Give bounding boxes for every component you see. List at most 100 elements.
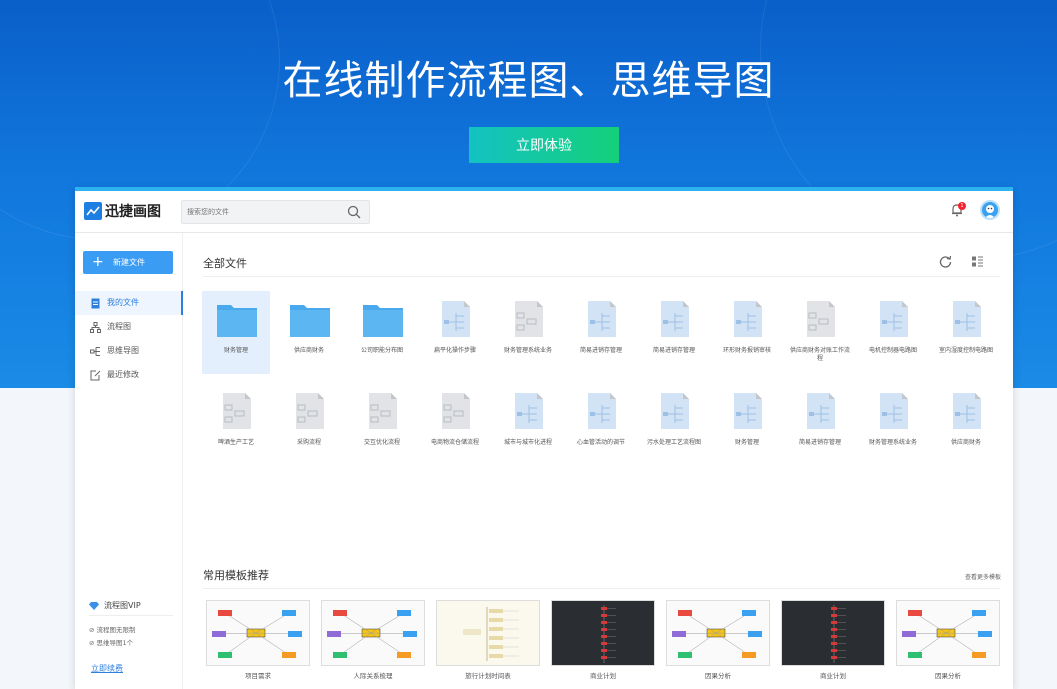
file-name: 财务管理系统业务 (868, 439, 917, 446)
file-name: 污水处理工艺流程图 (646, 439, 701, 446)
file-name: 供应商财务 (293, 347, 324, 354)
more-templates-link[interactable]: 查看更多模板 (965, 572, 1001, 581)
template-name: 因果分析 (705, 672, 731, 680)
folder-item[interactable]: 供应商财务 (275, 291, 343, 374)
mindmap-icon (90, 347, 100, 356)
template-card[interactable]: 旅行计划时间表 (436, 600, 540, 680)
file-name: 电商物流仓储流程 (430, 439, 479, 446)
vip-title-text: 流程图VIP (104, 601, 141, 610)
mindmap-file-icon (436, 301, 476, 337)
app-logo[interactable]: 迅捷画图 (84, 201, 161, 221)
file-item[interactable]: 啤酒生产工艺 (202, 383, 270, 466)
file-item[interactable]: 财务管理系统业务 (494, 291, 562, 374)
mindmap-file-icon (582, 301, 622, 337)
template-thumbnail (436, 600, 540, 666)
app-preview-window: 迅捷画图 1 + 新建文件 我的文件 流程图 (75, 187, 1013, 689)
sidebar-nav: 我的文件 流程图 思维导图 最近修改 (75, 291, 183, 387)
template-name: 商业计划 (590, 672, 616, 680)
file-item[interactable]: 供应商财务对账工作流程 (786, 291, 854, 374)
mindmap-file-icon (655, 301, 695, 337)
file-item[interactable]: 电机控制器电路图 (859, 291, 927, 374)
try-now-button[interactable]: 立即体验 (469, 127, 619, 163)
plus-icon: + (92, 254, 104, 270)
flowchart-file-icon (290, 393, 330, 429)
sidebar-item-flowchart[interactable]: 流程图 (75, 315, 183, 339)
mindmap-file-icon (947, 301, 987, 337)
template-thumbnail (321, 600, 425, 666)
sidebar-item-label: 流程图 (107, 322, 131, 331)
file-item[interactable]: 污水处理工艺流程图 (640, 383, 708, 466)
notification-badge: 1 (958, 202, 966, 210)
folder-item[interactable]: 公司职能分布图 (348, 291, 416, 374)
template-card[interactable]: 商业计划 (781, 600, 885, 680)
file-item[interactable]: 简易进销存管理 (786, 383, 854, 466)
file-name: 简易进销存管理 (798, 439, 841, 446)
template-card[interactable]: 因果分析 (896, 600, 1000, 680)
file-name: 城市与城市化进程 (503, 439, 552, 446)
sidebar-item-my-files[interactable]: 我的文件 (75, 291, 183, 315)
sidebar: + 新建文件 我的文件 流程图 思维导图 最近修改 流程图VIP ⊘ 流程图无限… (75, 233, 183, 689)
template-card[interactable]: 人际关系梳理 (321, 600, 425, 680)
folder-item[interactable]: 财务管理 (202, 291, 270, 374)
new-file-button[interactable]: + 新建文件 (83, 251, 173, 274)
vip-feature-text: 流程图无限制 (96, 626, 136, 634)
main-content: 全部文件 财务管理 供应商财务 公司职能分布图 扁平化操作步骤 财务管理系统业务 简易进销… (183, 233, 1013, 689)
file-item[interactable]: 交互优化流程 (348, 383, 416, 466)
file-name: 财务管理 (734, 439, 759, 446)
section-title-all-files: 全部文件 (203, 257, 247, 270)
section-divider (203, 276, 1000, 277)
file-name: 财务管理系统业务 (503, 347, 552, 354)
list-view-icon[interactable] (971, 255, 984, 268)
file-item[interactable]: 室内湿度控制电路图 (932, 291, 1000, 374)
file-item[interactable]: 城市与城市化进程 (494, 383, 562, 466)
file-item[interactable]: 扁平化操作步骤 (421, 291, 489, 374)
file-name: 交互优化流程 (363, 439, 400, 446)
sidebar-item-recent[interactable]: 最近修改 (75, 363, 183, 387)
file-item[interactable]: 简易进销存管理 (640, 291, 708, 374)
file-name: 室内湿度控制电路图 (938, 347, 993, 354)
file-name: 扁平化操作步骤 (433, 347, 476, 354)
file-name: 啤酒生产工艺 (217, 439, 254, 446)
template-name: 商业计划 (820, 672, 846, 680)
sidebar-item-label: 思维导图 (107, 346, 139, 355)
new-file-label: 新建文件 (113, 258, 145, 267)
file-name: 简易进销存管理 (579, 347, 622, 354)
template-card[interactable]: 因果分析 (666, 600, 770, 680)
search-input[interactable] (187, 205, 337, 220)
renew-link[interactable]: 立即续费 (91, 663, 123, 674)
search-icon[interactable] (347, 205, 361, 219)
flowchart-icon (90, 322, 101, 333)
file-item[interactable]: 财务管理 (713, 383, 781, 466)
template-thumbnail (781, 600, 885, 666)
flowchart-file-icon (363, 393, 403, 429)
file-item[interactable]: 供应商财务 (932, 383, 1000, 466)
file-name: 环形财务报销审核 (722, 347, 771, 354)
sidebar-item-mindmap[interactable]: 思维导图 (75, 339, 183, 363)
file-name: 电机控制器电路图 (868, 347, 917, 354)
sidebar-divider (89, 615, 173, 616)
file-item[interactable]: 简易进销存管理 (567, 291, 635, 374)
template-name: 项目需求 (245, 672, 271, 680)
file-item[interactable]: 环形财务报销审核 (713, 291, 781, 374)
diamond-icon (89, 601, 99, 610)
template-thumbnail (896, 600, 1000, 666)
mindmap-file-icon (509, 393, 549, 429)
flowchart-file-icon (217, 393, 257, 429)
section-divider (203, 588, 1000, 589)
template-name: 人际关系梳理 (353, 672, 393, 680)
app-topbar: 迅捷画图 1 (75, 191, 1013, 233)
mindmap-file-icon (655, 393, 695, 429)
file-item[interactable]: 采购流程 (275, 383, 343, 466)
file-item[interactable]: 电商物流仓储流程 (421, 383, 489, 466)
avatar[interactable] (980, 200, 1000, 220)
search-box[interactable] (181, 200, 370, 224)
template-card[interactable]: 项目需求 (206, 600, 310, 680)
template-card[interactable]: 商业计划 (551, 600, 655, 680)
file-name: 采购流程 (296, 439, 321, 446)
file-item[interactable]: 财务管理系统业务 (859, 383, 927, 466)
refresh-icon[interactable] (939, 255, 952, 268)
vip-feature: ⊘ 流程图无限制 (89, 626, 136, 634)
hero-title: 在线制作流程图、思维导图 (282, 58, 775, 104)
file-item[interactable]: 心血管活动的调节 (567, 383, 635, 466)
logo-text: 迅捷画图 (105, 204, 161, 220)
